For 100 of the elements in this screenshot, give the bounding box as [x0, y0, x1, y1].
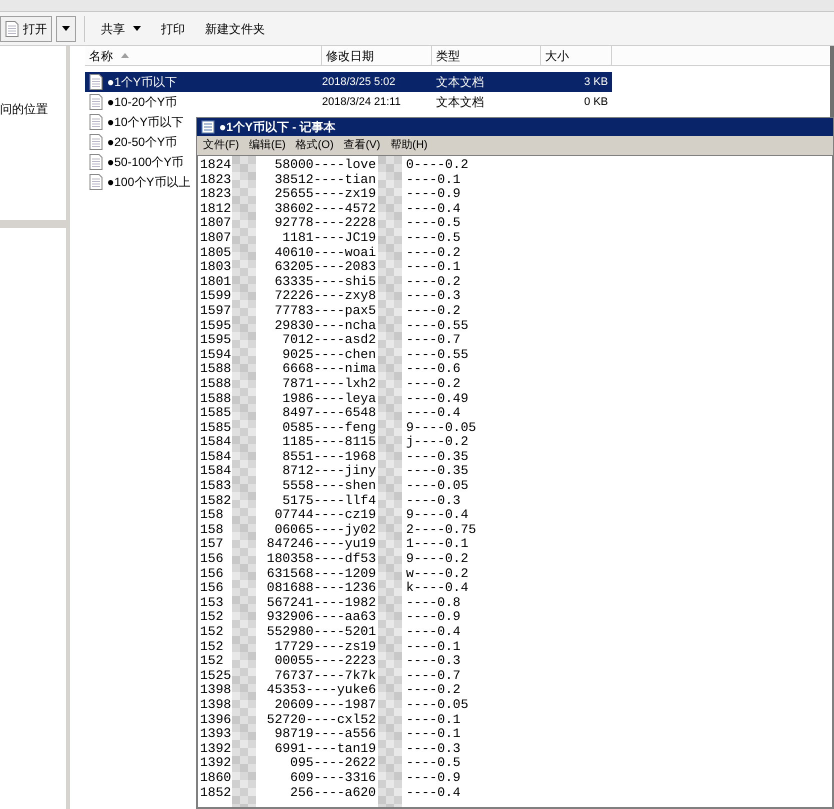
caret-icon [62, 26, 70, 31]
text-line-end: ----0.1 [406, 640, 461, 654]
file-name: ●100个Y币以上 [107, 174, 190, 191]
text-line-middle: 1185----8115 [281, 435, 376, 450]
file-row[interactable]: ●50-100个Y币 [85, 152, 195, 172]
window-title: ●1个Y币以下 - 记事本 [219, 119, 336, 136]
text-line-end: ----0.3 [406, 289, 461, 304]
text-line-middle: 180358----df53 [266, 552, 376, 567]
toolbar-button[interactable]: 打印 [153, 16, 193, 42]
text-line-start: 1582 [200, 494, 232, 508]
text-line-middle: 847246----yu19 [266, 537, 376, 552]
text-line-middle: 8551----1968 [281, 450, 376, 464]
file-row[interactable]: ●1个Y币以下 2018/3/25 5:02 文本文档 3 KB [85, 72, 612, 92]
text-line-middle: 7871----lxh2 [281, 376, 376, 392]
menu-item[interactable]: 查看(V) [342, 137, 382, 154]
toolbar-button[interactable]: 共享 [93, 16, 149, 42]
text-line-end: ----0.1 [406, 727, 461, 742]
column-header[interactable]: 修改日期 [322, 46, 432, 65]
toolbar-button[interactable]: 新建文件夹 [197, 16, 273, 42]
text-line-middle: 98719----a556 [274, 727, 376, 742]
text-line-start: 1583 [200, 479, 232, 494]
text-line-middle: 25655----zx19 [274, 187, 376, 202]
text-line-middle: 8712----jiny [281, 464, 376, 480]
file-size: 0 KB [583, 94, 609, 110]
text-line-start: 1594 [200, 348, 232, 362]
text-file-icon [89, 134, 103, 150]
file-row[interactable]: ●10-20个Y币 2018/3/24 21:11 文本文档 0 KB [85, 92, 612, 112]
text-line-end: 0----0.2 [406, 158, 468, 173]
text-line-start: 1807 [200, 216, 232, 231]
text-line-start: 156 [200, 581, 224, 596]
text-line-end: ----0.3 [406, 654, 461, 669]
text-line-start: 1823 [200, 187, 232, 202]
text-file-icon [89, 174, 103, 190]
text-line-start: 1595 [200, 318, 232, 334]
column-header[interactable]: 名称 [85, 46, 322, 65]
text-line-middle: 631568----1209 [266, 566, 376, 582]
text-line-middle: 07744----cz19 [274, 508, 376, 523]
text-line-end: ----0.49 [406, 392, 468, 406]
text-file-icon [89, 114, 103, 130]
text-line-start: 1398 [200, 698, 232, 713]
text-line-middle: 5558----shen [281, 479, 376, 494]
text-line-end: ----0.4 [406, 786, 461, 800]
nav-item[interactable]: 问的位置 [0, 100, 66, 120]
text-line-end: ----0.55 [406, 318, 468, 334]
file-size: 3 KB [583, 74, 609, 90]
text-line-start: 1852 [200, 786, 232, 800]
caret-icon [133, 26, 141, 31]
column-header[interactable]: 类型 [432, 46, 541, 65]
file-row[interactable]: ●20-50个Y币 [85, 132, 195, 152]
text-line-start: 157 [200, 537, 224, 552]
text-line-end: ----0.3 [406, 742, 461, 756]
text-line-middle: 77783----pax5 [274, 304, 376, 319]
menu-item[interactable]: 帮助(H) [388, 137, 430, 154]
text-line-middle: 932906----aa63 [266, 610, 376, 625]
text-line-start: 1803 [200, 260, 232, 275]
text-line-middle: 38602----4572 [274, 202, 376, 216]
text-line-start: 156 [200, 566, 224, 582]
text-line-middle: 52720----cxl52 [266, 712, 376, 728]
text-line-middle: 06065----jy02 [274, 522, 376, 538]
open-dropdown-button[interactable] [56, 16, 76, 42]
file-name: ●50-100个Y币 [107, 154, 184, 171]
text-file-icon [89, 154, 103, 170]
file-row[interactable]: ●10个Y币以下 [85, 112, 195, 132]
text-line-end: ----0.9 [406, 187, 461, 202]
text-line-middle: 8497----6548 [281, 406, 376, 421]
text-line-start: 152 [200, 625, 224, 640]
notepad-icon [201, 120, 215, 134]
text-line-middle: 0585----feng [281, 420, 376, 436]
file-row[interactable]: ●100个Y币以上 [85, 172, 195, 192]
text-line-end: ----0.35 [406, 450, 468, 464]
text-line-start: 158 [200, 522, 224, 538]
text-line-start: 1585 [200, 420, 232, 436]
text-line-start: 1597 [200, 304, 232, 319]
text-line-start: 1584 [200, 464, 232, 480]
text-line-end: k----0.4 [406, 581, 468, 596]
text-line-start: 1584 [200, 450, 232, 464]
text-line-start: 1584 [200, 435, 232, 450]
text-line-end: ----0.55 [406, 348, 468, 362]
text-line-middle: 58000----love [274, 158, 376, 173]
menu-item[interactable]: 编辑(E) [247, 137, 288, 154]
text-line-middle: 63335----shi5 [274, 274, 376, 290]
text-line-end: 2----0.75 [406, 522, 476, 538]
text-line-start: 1393 [200, 727, 232, 742]
menu-item[interactable]: 格式(O) [294, 137, 336, 154]
text-line-start: 1860 [200, 770, 232, 786]
column-header[interactable]: 大小 [541, 46, 612, 65]
open-button[interactable]: 打开 [0, 16, 52, 42]
menu-item[interactable]: 文件(F) [201, 137, 242, 154]
text-line-end: ----0.8 [406, 596, 461, 610]
text-line-start: 1585 [200, 406, 232, 421]
text-line-end: ----0.7 [406, 668, 461, 684]
text-line-middle: 17729----zs19 [274, 640, 376, 654]
text-line-middle: 6991----tan19 [274, 742, 376, 756]
text-line-end: ----0.9 [406, 770, 461, 786]
text-line-start: 1807 [200, 230, 232, 246]
text-line-middle: 20609----1987 [274, 698, 376, 713]
text-line-end: ----0.5 [406, 230, 461, 246]
text-line-end: ----0.2 [406, 274, 461, 290]
file-type: 文本文档 [435, 94, 485, 111]
file-date: 2018/3/25 5:02 [322, 74, 396, 90]
